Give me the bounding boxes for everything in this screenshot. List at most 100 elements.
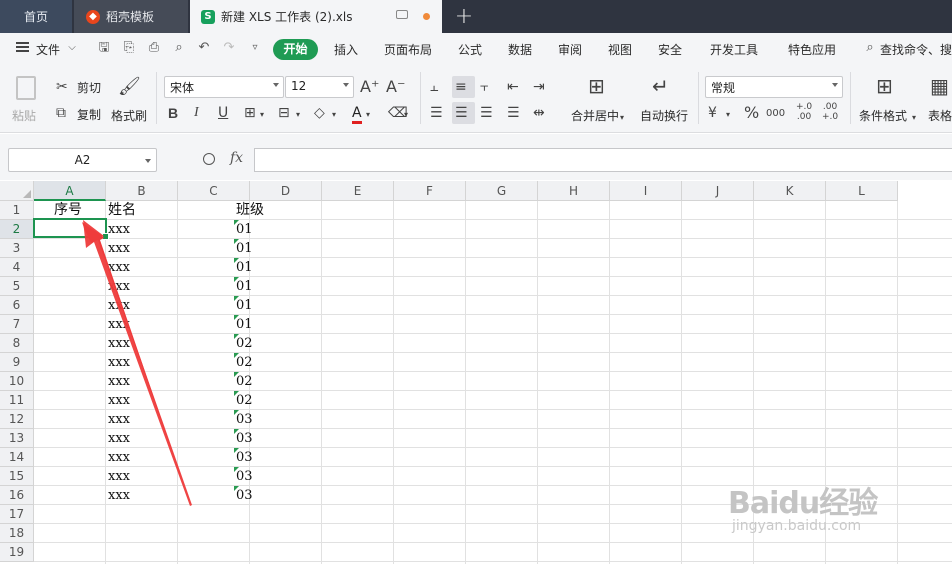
menu-insert[interactable]: 插入	[334, 41, 358, 58]
column-header[interactable]: L	[826, 181, 898, 201]
column-header[interactable]: F	[394, 181, 466, 201]
chevron-down-icon[interactable]: ⌵	[64, 40, 80, 56]
name-box[interactable]: A2	[8, 148, 157, 172]
row-header[interactable]: 9	[0, 353, 34, 372]
class-cell[interactable]: 02	[236, 391, 253, 410]
font-name-select[interactable]: 宋体	[164, 76, 284, 98]
justify-icon[interactable]: ☰	[507, 104, 520, 122]
row-header[interactable]: 18	[0, 524, 34, 543]
class-cell[interactable]: 03	[236, 486, 253, 505]
quick-access-more-icon[interactable]: ▿	[247, 40, 263, 56]
format-painter-button[interactable]: 格式刷	[111, 107, 147, 124]
menu-data[interactable]: 数据	[508, 41, 532, 58]
align-middle-icon[interactable]: ≡	[455, 78, 467, 96]
align-center-icon[interactable]: ☰	[455, 104, 468, 122]
indent-decrease-icon[interactable]: ⇤	[507, 78, 519, 96]
class-cell[interactable]: 02	[236, 372, 253, 391]
class-cell[interactable]: 01	[236, 315, 253, 334]
row-header[interactable]: 5	[0, 277, 34, 296]
class-cell[interactable]: 01	[236, 277, 253, 296]
column-header[interactable]: K	[754, 181, 826, 201]
increase-font-icon[interactable]: A⁺	[360, 78, 379, 96]
chevron-down-icon[interactable]: ▾	[726, 106, 730, 124]
active-cell-selection[interactable]	[33, 218, 109, 240]
new-tab-button[interactable]: +	[450, 0, 478, 33]
name-cell[interactable]: xxx	[108, 429, 130, 448]
row-header[interactable]: 3	[0, 239, 34, 258]
column-header[interactable]: C	[178, 181, 250, 201]
search-icon[interactable]: ⌕	[862, 40, 878, 56]
font-size-select[interactable]: 12	[285, 76, 354, 98]
class-cell[interactable]: 01	[236, 239, 253, 258]
increase-decimal-button[interactable]: +.0 .00	[796, 102, 812, 122]
name-cell[interactable]: xxx	[108, 239, 130, 258]
name-cell[interactable]: xxx	[108, 467, 130, 486]
copy-icon[interactable]: ⧉	[56, 104, 66, 122]
chevron-down-icon[interactable]: ▾	[912, 109, 916, 127]
name-cell[interactable]: xxx	[108, 220, 130, 239]
menu-file[interactable]: 文件	[36, 41, 60, 58]
table-style-button[interactable]: 表格	[928, 107, 952, 124]
class-cell[interactable]: 03	[236, 448, 253, 467]
class-cell[interactable]: 03	[236, 429, 253, 448]
row-header[interactable]: 19	[0, 543, 34, 562]
cell-style-icon[interactable]: ⊟	[278, 104, 290, 122]
merge-center-button[interactable]: 合并居中	[571, 107, 619, 124]
font-color-button[interactable]: A	[352, 104, 362, 124]
currency-button[interactable]: ¥	[708, 104, 717, 122]
formula-input[interactable]	[254, 148, 952, 172]
print-icon[interactable]: ⎙	[146, 40, 162, 56]
cut-button[interactable]: 剪切	[77, 79, 101, 96]
row-header[interactable]: 14	[0, 448, 34, 467]
chevron-down-icon[interactable]: ▾	[366, 106, 370, 124]
decrease-decimal-button[interactable]: .00 +.0	[822, 102, 838, 122]
distributed-icon[interactable]: ⇹	[533, 104, 545, 122]
name-cell[interactable]: xxx	[108, 353, 130, 372]
name-cell[interactable]: xxx	[108, 391, 130, 410]
row-header[interactable]: 11	[0, 391, 34, 410]
row-header[interactable]: 10	[0, 372, 34, 391]
italic-button[interactable]: I	[194, 104, 199, 122]
column-header[interactable]: I	[610, 181, 682, 201]
align-top-icon[interactable]: ⫠	[430, 78, 438, 96]
name-cell[interactable]: xxx	[108, 296, 130, 315]
row-header[interactable]: 1	[0, 201, 34, 220]
window-mode-icon[interactable]	[396, 10, 408, 19]
merge-center-icon[interactable]: ⊞	[588, 76, 605, 96]
row-header[interactable]: 2	[0, 220, 34, 239]
tab-document[interactable]: S 新建 XLS 工作表 (2).xls	[190, 0, 442, 33]
name-cell[interactable]: xxx	[108, 486, 130, 505]
name-cell[interactable]: xxx	[108, 372, 130, 391]
name-cell[interactable]: xxx	[108, 277, 130, 296]
row-header[interactable]: 6	[0, 296, 34, 315]
thousands-separator-button[interactable]: 000	[766, 105, 785, 123]
conditional-format-icon[interactable]: ⊞	[876, 76, 893, 96]
name-cell[interactable]: xxx	[108, 258, 130, 277]
column-header[interactable]: D	[250, 181, 322, 201]
indent-increase-icon[interactable]: ⇥	[533, 78, 545, 96]
row-header[interactable]: 16	[0, 486, 34, 505]
table-style-icon[interactable]: ▦	[930, 76, 949, 96]
decrease-font-icon[interactable]: A⁻	[386, 78, 405, 96]
class-cell[interactable]: 01	[236, 258, 253, 277]
row-header[interactable]: 13	[0, 429, 34, 448]
export-pdf-icon[interactable]: ⎘	[121, 40, 137, 56]
chevron-down-icon[interactable]: ▾	[296, 106, 300, 124]
menu-page-layout[interactable]: 页面布局	[384, 41, 432, 58]
chevron-down-icon[interactable]: ▾	[260, 106, 264, 124]
bold-button[interactable]: B	[168, 104, 178, 122]
class-cell[interactable]: 02	[236, 353, 253, 372]
align-right-icon[interactable]: ☰	[480, 104, 493, 122]
command-search[interactable]: 查找命令、搜	[880, 41, 952, 58]
percent-button[interactable]: %	[744, 104, 759, 122]
row-header[interactable]: 4	[0, 258, 34, 277]
menu-special[interactable]: 特色应用	[788, 41, 836, 58]
border-icon[interactable]: ⊞	[244, 104, 256, 122]
menu-security[interactable]: 安全	[658, 41, 682, 58]
class-cell[interactable]: 02	[236, 334, 253, 353]
cut-icon[interactable]: ✂	[56, 78, 68, 96]
wrap-text-icon[interactable]: ↵	[652, 76, 669, 96]
format-painter-icon[interactable]: 🖌	[118, 78, 141, 96]
row-header[interactable]: 7	[0, 315, 34, 334]
column-header[interactable]: G	[466, 181, 538, 201]
